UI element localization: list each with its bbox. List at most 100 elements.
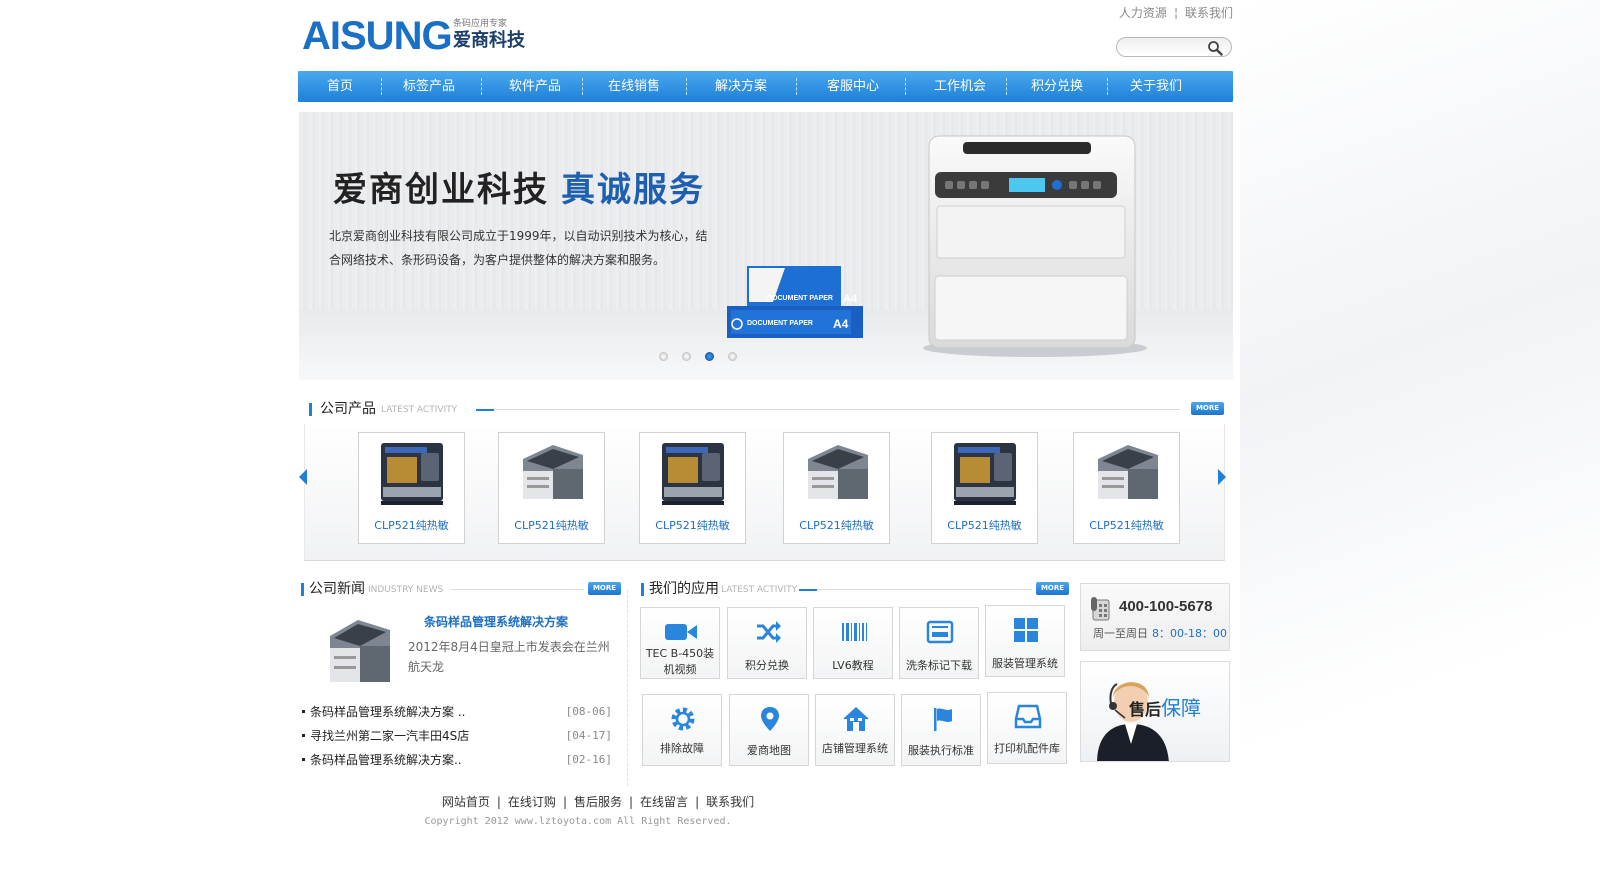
section-line [451,589,584,590]
page-container: AISUNG 条码应用专家 爱商科技 人力资源 ¦ 联系我们 首页 标签产品 软件产… [298,0,1233,877]
nav-item-about[interactable]: 关于我们 [1121,71,1191,102]
news-item-title: 条码样品管理系统解决方案.. [310,753,462,767]
printer-hero-image [923,135,1147,357]
nav-item-online-sales[interactable]: 在线销售 [599,71,669,102]
footer-link-after-sales[interactable]: 售后服务 [574,795,622,809]
copyright-text: Copyright 2012 www.lztoyota.com All Righ… [424,816,732,827]
app-tile-video[interactable]: TEC B-450装机视频 [640,607,720,679]
bullet-icon [302,709,305,713]
app-tile-wash-label[interactable]: 洗条标记下载 [899,607,979,679]
footer-link-order[interactable]: 在线订购 [508,795,556,809]
apps-section-subtitle: LATEST ACTIVITY [721,585,798,595]
product-card[interactable]: CLP521纯热敏 [498,432,605,544]
product-label: CLP521纯热敏 [514,519,589,532]
products-section-title: 公司产品 [320,401,376,417]
printer-dark-image [954,443,1016,505]
section-line [494,409,1180,410]
service-hours-label: 周一至周日 [1093,627,1148,640]
product-card[interactable]: CLP521纯热敏 [1073,432,1180,544]
product-card[interactable]: CLP521纯热敏 [783,432,890,544]
products-section-header: 公司产品 LATEST ACTIVITY MORE [309,400,1233,420]
footer-link-home[interactable]: 网站首页 [442,795,490,809]
apps-more-button[interactable]: MORE [1036,582,1069,595]
logo-company-name: 爱商科技 [453,30,525,51]
news-more-button[interactable]: MORE [588,582,621,595]
product-card[interactable]: CLP521纯热敏 [358,432,465,544]
footer-links: 网站首页 | 在线订购 | 售后服务 | 在线留言 | 联系我们 [298,793,898,810]
slider-dot-4[interactable] [728,352,737,361]
news-list-item[interactable]: 寻找兰州第二家一汽丰田4S店 [04-17] [302,724,612,748]
news-section-header: 公司新闻 INDUSTRY NEWS MORE [301,580,621,600]
app-tile-map[interactable]: 爱商地图 [729,694,809,766]
news-list-item[interactable]: 条码样品管理系统解决方案.. [02-16] [302,748,612,772]
main-nav: 首页 标签产品 软件产品 在线销售 解决方案 客服中心 工作机会 积分兑换 关于… [298,71,1233,102]
product-label: CLP521纯热敏 [374,519,449,532]
news-item-date: [02-16] [565,753,612,766]
app-tile-troubleshoot[interactable]: 排除故障 [642,694,722,766]
search-icon[interactable] [1207,40,1223,56]
footer-separator: | [562,795,567,809]
printer-gray-image [808,445,868,499]
hotline-number: 400-100-5678 [1119,598,1213,615]
search-box [1116,37,1232,57]
slider-dot-2[interactable] [682,352,691,361]
product-card[interactable]: CLP521纯热敏 [931,432,1038,544]
apps-section-header: 我们的应用 LATEST ACTIVITY MORE [641,580,1073,600]
hero-banner[interactable]: 爱商创业科技 真诚服务 北京爱商创业科技有限公司成立于1999年，以自动识别技术… [299,112,1233,380]
app-tile-clothing-system[interactable]: 服装管理系统 [985,605,1065,677]
section-marker [301,583,304,596]
nav-item-software[interactable]: 软件产品 [500,71,570,102]
footer-separator: | [629,795,634,809]
products-section-subtitle: LATEST ACTIVITY [381,405,458,415]
products-more-button[interactable]: MORE [1191,402,1224,415]
section-line [817,589,1032,590]
flag-icon [934,708,952,731]
news-headline-link[interactable]: 条码样品管理系统解决方案 [424,613,568,630]
news-printer-image[interactable] [324,612,394,690]
telephone-icon [1091,597,1110,621]
nav-separator [686,78,687,95]
section-marker [641,583,644,596]
app-tile-label: TEC B-450装机视频 [645,647,715,676]
products-carousel: CLP521纯热敏 CLP521纯热敏 CLP521纯热敏 CLP521纯热敏 … [299,424,1226,561]
search-input[interactable] [1125,40,1205,54]
slider-dots [659,350,751,364]
slider-dot-1[interactable] [659,352,668,361]
app-tile-clothing-standard[interactable]: 服装执行标准 [901,694,981,766]
news-item-title: 条码样品管理系统解决方案 .. [310,705,466,719]
nav-item-jobs[interactable]: 工作机会 [925,71,995,102]
top-link-contact[interactable]: 联系我们 [1185,4,1233,21]
nav-item-service-center[interactable]: 客服中心 [818,71,888,102]
footer-link-message[interactable]: 在线留言 [640,795,688,809]
nav-item-label-products[interactable]: 标签产品 [394,71,464,102]
video-camera-icon [665,624,697,640]
news-list-item[interactable]: 条码样品管理系统解决方案 .. [08-06] [302,700,612,724]
carousel-prev-arrow-icon[interactable] [299,469,307,485]
app-tile-lv6[interactable]: LV6教程 [813,607,893,679]
top-link-separator: ¦ [1173,6,1178,20]
nav-item-solutions[interactable]: 解决方案 [706,71,776,102]
bullet-icon [302,757,305,761]
service-hours: 周一至周日 8：00-18：00 [1093,625,1227,641]
product-label: CLP521纯热敏 [1089,519,1164,532]
app-tile-label: 服装管理系统 [992,657,1058,670]
after-sales-banner[interactable]: 售后保障 [1080,661,1230,762]
shuffle-icon [757,621,781,643]
after-sales-title: 售后保障 [1129,692,1201,721]
nav-item-points[interactable]: 积分兑换 [1022,71,1092,102]
site-logo[interactable]: AISUNG 条码应用专家 爱商科技 [302,14,532,58]
nav-item-home[interactable]: 首页 [312,71,368,102]
product-label: CLP521纯热敏 [947,519,1022,532]
product-card[interactable]: CLP521纯热敏 [639,432,746,544]
carousel-next-arrow-icon[interactable] [1218,469,1226,485]
home-icon [843,707,869,731]
top-link-hr[interactable]: 人力资源 [1119,4,1167,21]
footer-link-contact[interactable]: 联系我们 [706,795,754,809]
section-line-accent [799,589,817,591]
slider-dot-3-active[interactable] [705,352,714,361]
section-marker [309,403,312,416]
app-tile-label: 爱商地图 [747,744,791,757]
app-tile-store-system[interactable]: 店铺管理系统 [815,694,895,766]
app-tile-printer-parts[interactable]: 打印机配件库 [987,692,1067,764]
app-tile-points[interactable]: 积分兑换 [727,607,807,679]
